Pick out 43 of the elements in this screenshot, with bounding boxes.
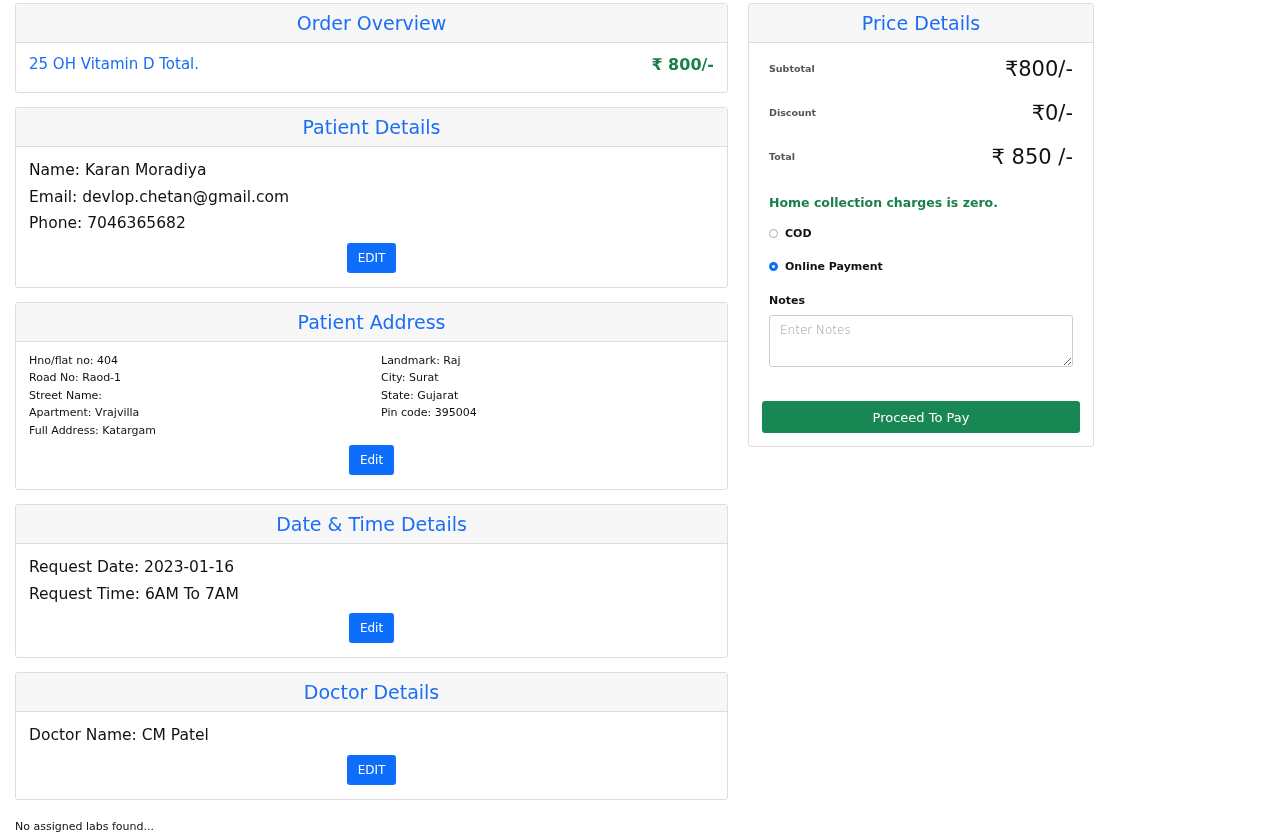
price-value: ₹0/- (1031, 101, 1073, 125)
payment-label: COD (785, 227, 812, 240)
price-value: ₹800/- (1004, 57, 1073, 81)
address-text: Full Address: Katargam (29, 422, 157, 439)
section-title: Patient Details (302, 116, 441, 138)
edit-button[interactable]: Edit (348, 613, 395, 643)
status-message: No assigned labs found... (15, 819, 155, 833)
test-name: 25 OH Vitamin D Total. (29, 55, 200, 74)
detail-text: Name: Karan Moradiya (29, 160, 208, 181)
radio-button[interactable] (769, 262, 778, 271)
edit-button[interactable]: EDIT (346, 242, 397, 273)
address-text: Apartment: Vrajvilla (29, 405, 141, 421)
address-text: City: Surat (381, 370, 440, 386)
price-label: Discount (769, 107, 817, 118)
detail-text: Phone: 7046365682 (29, 213, 187, 234)
address-text: Hno/flat no: 404 (29, 352, 120, 369)
notes-field[interactable]: Enter Notes (769, 315, 1073, 367)
edit-button[interactable]: Edit (348, 445, 395, 475)
section-title: Price Details (861, 12, 981, 34)
section-title: Date & Time Details (276, 513, 467, 535)
address-text: State: Gujarat (381, 387, 460, 404)
detail-text: Doctor Name: CM Patel (29, 725, 210, 746)
edit-button[interactable]: EDIT (346, 754, 397, 785)
field-label: Notes (769, 294, 807, 307)
section-title: Doctor Details (303, 681, 440, 703)
address-text: Pin code: 395004 (381, 405, 478, 421)
info-text: Home collection charges is zero. (769, 195, 999, 210)
test-price: ₹ 800/- (651, 55, 714, 74)
section-title: Order Overview (296, 12, 447, 34)
section-title: Patient Address (297, 310, 446, 333)
payment-label: Online Payment (785, 260, 883, 273)
address-text: Landmark: Raj (381, 352, 462, 369)
price-label: Total (769, 151, 795, 162)
payment-option[interactable]: COD (769, 227, 1073, 240)
proceed-button[interactable]: Proceed To Pay (762, 401, 1080, 433)
payment-option[interactable]: Online Payment (769, 260, 1073, 273)
detail-text: Request Date: 2023-01-16 (29, 557, 236, 578)
price-value: ₹ 850 /- (991, 145, 1073, 169)
detail-text: Request Time: 6AM To 7AM (29, 583, 240, 605)
detail-text: Email: devlop.chetan@gmail.com (29, 186, 291, 208)
address-text: Street Name: (29, 387, 104, 404)
price-label: Subtotal (769, 63, 815, 74)
address-text: Road No: Raod-1 (29, 370, 123, 386)
